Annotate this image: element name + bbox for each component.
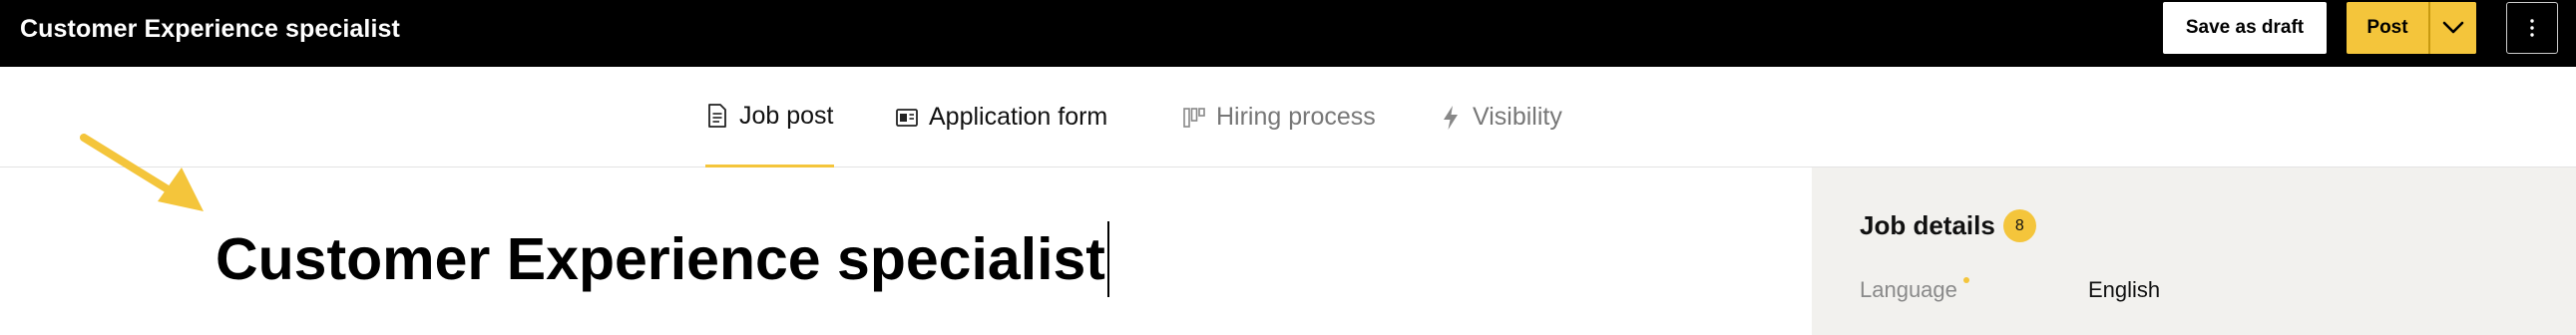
job-title-input[interactable]: Customer Experience specialist bbox=[215, 221, 1109, 297]
language-field-label: Language bbox=[1860, 277, 1957, 302]
post-options-dropdown[interactable] bbox=[2428, 2, 2476, 54]
tab-job-post[interactable]: Job post bbox=[705, 67, 834, 168]
annotation-arrow-icon bbox=[80, 134, 204, 211]
job-tabs: Job post Application form Hiring process bbox=[0, 67, 2576, 168]
pipeline-icon bbox=[1182, 105, 1206, 131]
required-indicator bbox=[1963, 277, 1969, 283]
tab-label: Job post bbox=[739, 101, 834, 130]
job-details-title: Job details bbox=[1860, 210, 1995, 240]
document-icon bbox=[705, 103, 729, 129]
page-title: Customer Experience specialist bbox=[20, 15, 400, 43]
tab-hiring-process[interactable]: Hiring process bbox=[1182, 67, 1376, 168]
tab-visibility[interactable]: Visibility bbox=[1439, 67, 1562, 168]
job-details-header[interactable]: Job details 8 bbox=[1860, 209, 2036, 242]
tab-application-form[interactable]: Application form bbox=[895, 67, 1107, 168]
post-button-group: Post bbox=[2347, 2, 2476, 54]
tab-label: Hiring process bbox=[1216, 103, 1376, 131]
vertical-ellipsis-icon bbox=[2530, 19, 2534, 37]
tab-label: Application form bbox=[929, 103, 1108, 131]
more-options-button[interactable] bbox=[2506, 2, 2558, 54]
job-details-panel: Job details 8 Language English bbox=[1812, 168, 2576, 335]
post-button[interactable]: Post bbox=[2347, 2, 2428, 54]
text-cursor bbox=[1106, 221, 1109, 297]
job-details-count-badge: 8 bbox=[2002, 209, 2036, 242]
tab-label: Visibility bbox=[1473, 103, 1562, 131]
chevron-down-icon bbox=[2442, 21, 2464, 34]
lightning-icon bbox=[1439, 105, 1463, 131]
language-field-value[interactable]: English bbox=[2088, 277, 2160, 303]
top-bar: Customer Experience specialist Save as d… bbox=[0, 0, 2576, 67]
job-title-text: Customer Experience specialist bbox=[215, 226, 1105, 292]
save-as-draft-button[interactable]: Save as draft bbox=[2163, 2, 2327, 54]
id-card-icon bbox=[895, 105, 919, 131]
